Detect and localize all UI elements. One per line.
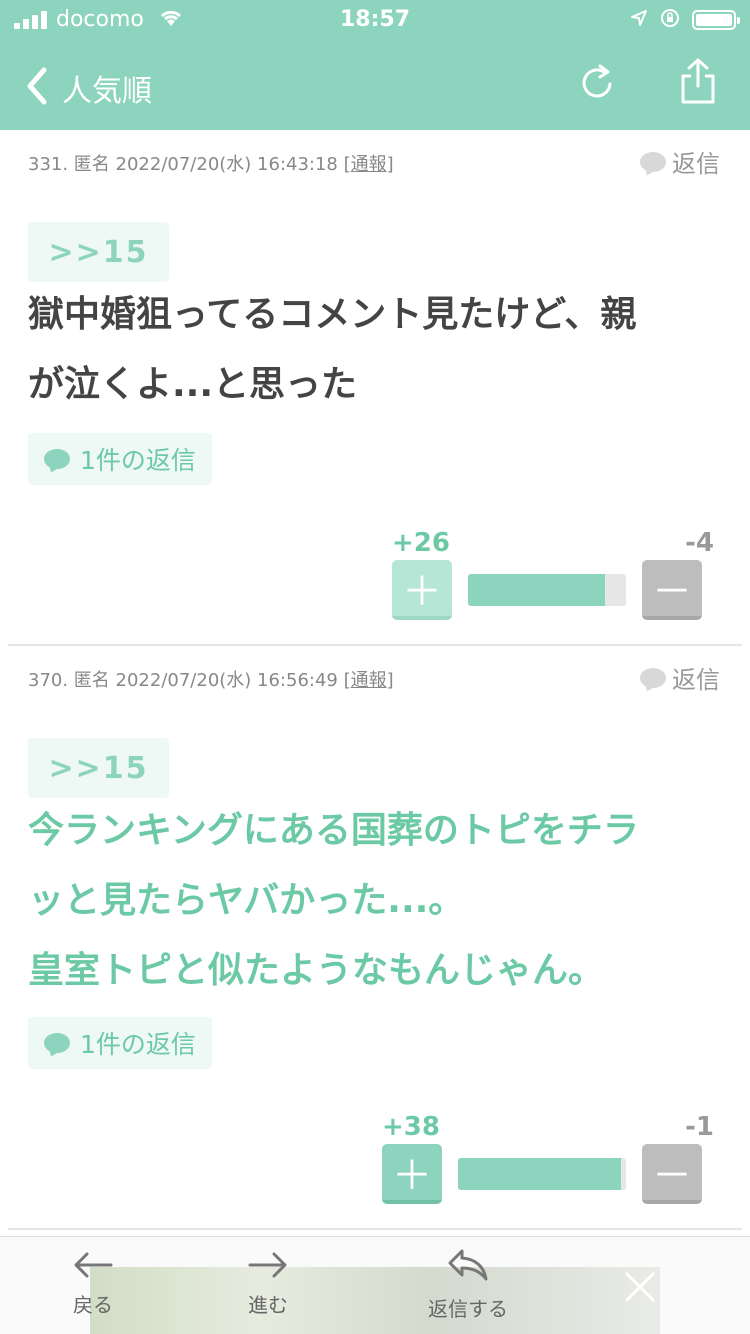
comment-line: が泣くよ...と思った [28, 364, 358, 405]
vote-ratio-bar [468, 574, 626, 606]
close-icon[interactable] [622, 1269, 658, 1305]
minus-count: -1 [685, 1112, 714, 1142]
vote-widget: +26 -4 ＋ － [392, 528, 742, 620]
vote-ratio-bar [458, 1158, 626, 1190]
anchor-link[interactable]: >>15 [28, 738, 169, 798]
rotation-lock-icon [660, 8, 680, 33]
share-icon[interactable] [676, 56, 720, 108]
comment-item: 370. 匿名 2022/07/20(水) 16:56:49 [通報] 返信 >… [8, 646, 742, 1230]
replies-label: 1件の返信 [80, 1030, 196, 1059]
forward-button[interactable]: 進む [208, 1249, 328, 1318]
plus-count: +26 [392, 528, 450, 558]
comment-line: ッと見たらヤバかった...。 [28, 880, 465, 921]
reply-label: 返信 [672, 666, 720, 694]
comment-bubble-icon [640, 667, 666, 688]
replies-button[interactable]: 1件の返信 [28, 433, 212, 485]
battery-icon [692, 10, 740, 30]
back-button[interactable]: 戻る [33, 1249, 153, 1318]
reply-button[interactable]: 返信 [640, 660, 720, 695]
report-link[interactable]: [通報] [344, 670, 394, 691]
comment-item: 331. 匿名 2022/07/20(水) 16:43:18 [通報] 返信 >… [8, 130, 742, 646]
forward-label: 進む [248, 1293, 288, 1317]
minus-button[interactable]: － [642, 560, 702, 620]
arrow-right-icon [248, 1252, 287, 1278]
bottom-toolbar: 戻る 進む 返信する [0, 1236, 750, 1334]
comment-line: 今ランキングにある国葬のトピをチラ [28, 810, 639, 851]
location-icon [630, 9, 648, 32]
reply-toolbar-button[interactable]: 返信する [408, 1245, 528, 1322]
replies-label: 1件の返信 [80, 446, 196, 475]
comment-meta: 331. 匿名 2022/07/20(水) 16:43:18 [通報] [28, 150, 394, 176]
comment-meta-text: 331. 匿名 2022/07/20(水) 16:43:18 [28, 154, 338, 175]
comment-line: 皇室トピと似たようなもんじゃん。 [28, 950, 605, 991]
report-link[interactable]: [通報] [344, 154, 394, 175]
anchor-link[interactable]: >>15 [28, 222, 169, 282]
comment-meta-text: 370. 匿名 2022/07/20(水) 16:56:49 [28, 670, 338, 691]
status-bar: docomo 18:57 [0, 0, 750, 42]
vote-widget: +38 -1 ＋ － [382, 1112, 742, 1204]
comment-body: 今ランキングにある国葬のトピをチラ ッと見たらヤバかった...。 皇室トピと似た… [28, 796, 728, 1006]
plus-button[interactable]: ＋ [392, 560, 452, 620]
comment-line: 獄中婚狙ってるコメント見たけど、親 [28, 294, 637, 335]
reload-icon[interactable] [578, 62, 618, 106]
comment-bubble-icon [640, 151, 666, 172]
reply-label: 返信 [672, 150, 720, 178]
ad-banner[interactable] [90, 1267, 660, 1334]
top-bar: docomo 18:57 人気順 [0, 0, 750, 130]
minus-button[interactable]: － [642, 1144, 702, 1204]
comment-body: 獄中婚狙ってるコメント見たけど、親 が泣くよ...と思った [28, 280, 728, 420]
vote-ratio-fill [458, 1158, 621, 1190]
plus-button[interactable]: ＋ [382, 1144, 442, 1204]
comment-bubble-icon [44, 449, 70, 469]
nav-bar: 人気順 [0, 42, 750, 130]
replies-button[interactable]: 1件の返信 [28, 1017, 212, 1069]
arrow-left-icon [74, 1252, 113, 1278]
reply-arrow-icon [448, 1249, 488, 1281]
reply-button[interactable]: 返信 [640, 144, 720, 179]
page-title: 人気順 [62, 74, 152, 109]
back-label: 戻る [73, 1293, 113, 1317]
reply-toolbar-label: 返信する [428, 1297, 508, 1321]
back-chevron-icon[interactable] [20, 64, 60, 108]
plus-count: +38 [382, 1112, 440, 1142]
vote-ratio-fill [468, 574, 606, 606]
comment-meta: 370. 匿名 2022/07/20(水) 16:56:49 [通報] [28, 666, 394, 692]
comment-bubble-icon [44, 1033, 70, 1053]
minus-count: -4 [685, 528, 714, 558]
